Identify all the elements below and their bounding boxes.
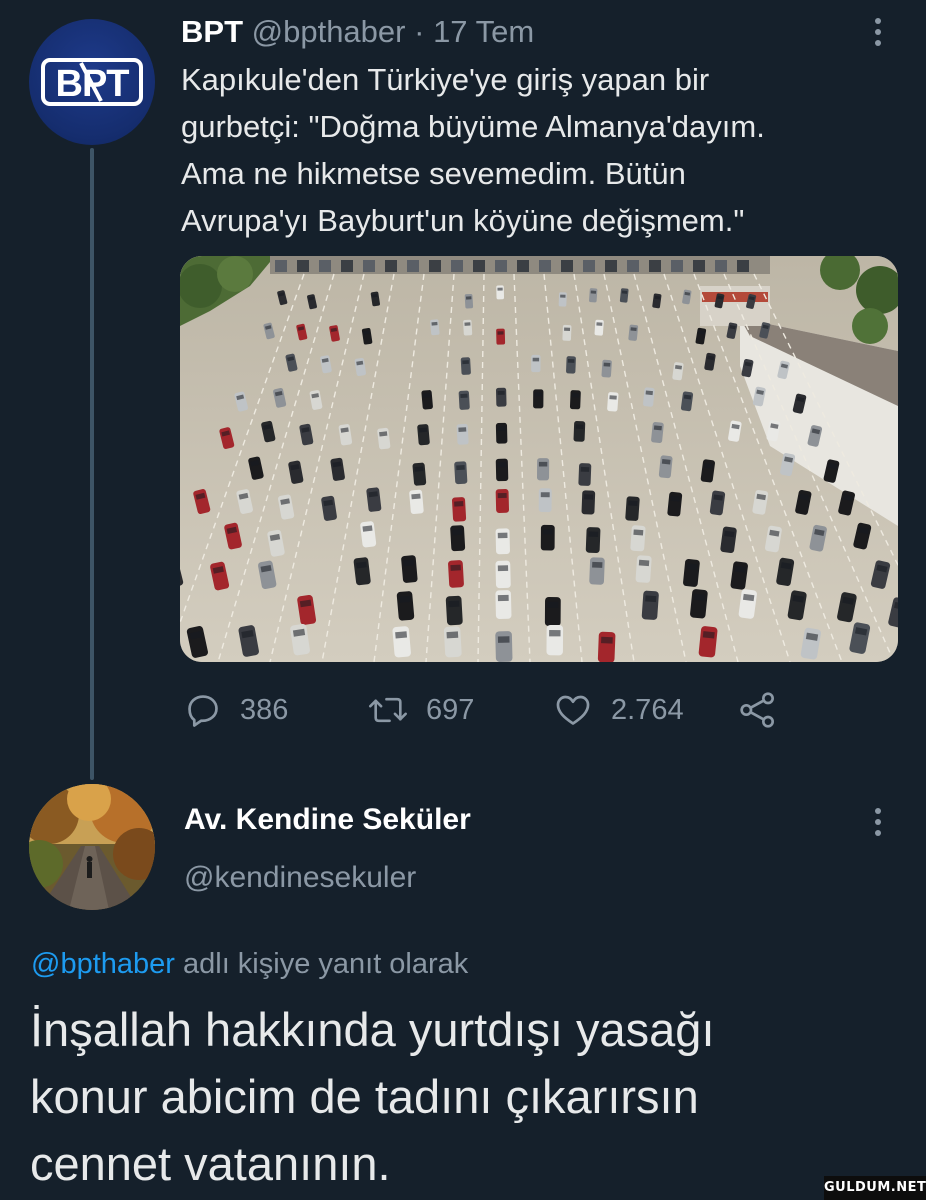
reply-button[interactable]: 386 [184,688,288,732]
autumn-path-photo [29,784,155,910]
avatar-kendinesekuler[interactable] [29,784,155,910]
tweet-text: Kapıkule'den Türkiye'ye giriş yapan bir … [181,62,765,238]
like-button[interactable]: 2.764 [553,688,684,732]
share-button[interactable] [738,688,778,732]
reply-context-text: adlı kişiye yanıt olarak [174,948,469,980]
heart-icon [556,695,590,725]
header-separator: · [414,14,425,49]
author-handle[interactable]: @bpthaber [252,14,406,49]
bpt-logo: BPT [41,58,143,106]
reply-icon [188,695,218,727]
author-name[interactable]: BPT [181,14,243,49]
retweet-icon [369,697,407,723]
retweet-button[interactable]: 697 [368,688,474,732]
like-count: 2.764 [611,693,684,726]
reply-to-handle-link[interactable]: @bpthaber [31,948,175,980]
retweet-count: 697 [426,693,475,726]
reply-count: 386 [240,693,289,726]
reply-author-handle[interactable]: @kendinesekuler [184,858,416,898]
tweet-photo[interactable] [180,256,898,662]
tweet-header: BPT @bpthaber · 17 Tem [181,10,534,54]
share-icon [740,692,774,728]
more-vertical-icon[interactable] [866,804,890,840]
tweet-date[interactable]: 17 Tem [433,14,534,49]
reply-context: @bpthaber adlı kişiye yanıt olarak [31,943,468,985]
more-vertical-icon[interactable] [866,14,890,50]
watermark: GULDUM.NET [824,1176,926,1200]
border-queue-photo [180,256,898,662]
avatar-bpt[interactable]: BPT [29,19,155,145]
reply-text: İnşallah hakkında yurtdışı yasağı konur … [30,1003,715,1190]
thread-connector-line [90,148,94,780]
reply-author-name[interactable]: Av. Kendine Seküler [184,800,471,840]
